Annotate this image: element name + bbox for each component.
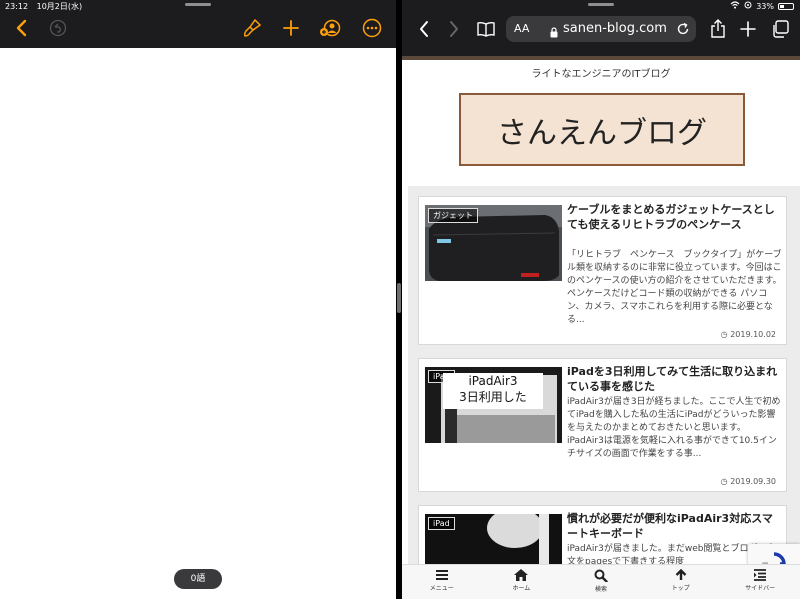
sidebar-icon bbox=[754, 569, 767, 581]
share-icon[interactable] bbox=[706, 17, 730, 41]
split-view-screen: 23:12 10月2日(水) 0語 33% AA sanen-blog.com … bbox=[0, 0, 800, 599]
nav-menu[interactable]: メニュー bbox=[402, 565, 482, 599]
tabs-overview-icon[interactable] bbox=[768, 17, 792, 41]
post-title[interactable]: 慣れが必要だが便利なiPadAir3対応スマートキーボード bbox=[567, 511, 783, 541]
site-logo[interactable]: さんえんブログ bbox=[459, 93, 745, 166]
lock-icon bbox=[550, 23, 558, 42]
safari-toolbar: 33% AA sanen-blog.com bbox=[402, 0, 800, 56]
battery-icon bbox=[778, 2, 794, 10]
new-tab-icon[interactable] bbox=[736, 17, 760, 41]
text-size-button[interactable]: AA bbox=[514, 22, 529, 35]
header-accent-bar bbox=[402, 56, 800, 60]
status-date: 10月2日(水) bbox=[36, 2, 83, 11]
add-icon[interactable] bbox=[280, 17, 302, 39]
post-date: ◷ 2019.10.02 bbox=[720, 330, 776, 339]
home-icon bbox=[514, 569, 529, 581]
menu-icon bbox=[435, 570, 448, 580]
address-bar[interactable]: AA sanen-blog.com bbox=[506, 16, 696, 42]
post-category-badge[interactable]: iPad bbox=[428, 517, 455, 530]
post-category-badge[interactable]: ガジェット bbox=[428, 208, 478, 223]
split-divider-grip[interactable] bbox=[397, 283, 401, 313]
post-date: ◷ 2019.09.30 bbox=[720, 477, 776, 486]
reload-icon[interactable] bbox=[676, 21, 690, 40]
paintbrush-icon[interactable] bbox=[241, 17, 263, 39]
post-excerpt: 「リヒトラブ ペンケース ブックタイプ」がケーブル類を収納するのに非常に役立って… bbox=[567, 250, 782, 325]
clock-icon: ◷ bbox=[720, 330, 728, 339]
search-icon bbox=[594, 569, 608, 582]
forward-icon[interactable] bbox=[442, 17, 466, 41]
thumbnail-caption: iPadAir3 3日利用した bbox=[443, 373, 543, 409]
post-card[interactable]: ガジェット ケーブルをまとめるガジェットケースとしても使えるリヒトラブのペンケー… bbox=[418, 196, 787, 345]
post-thumbnail[interactable]: iPad iPadAir3 3日利用した bbox=[425, 367, 562, 443]
more-options-icon[interactable] bbox=[361, 17, 383, 39]
back-chevron-icon[interactable] bbox=[10, 17, 32, 39]
pages-app-pane: 23:12 10月2日(水) 0語 bbox=[0, 0, 396, 599]
nav-sidebar[interactable]: サイドバー bbox=[720, 565, 800, 599]
multitasking-handle[interactable] bbox=[185, 3, 211, 6]
battery-percent: 33% bbox=[756, 1, 774, 11]
safari-pane: 33% AA sanen-blog.com ライトなエンジニアのITブログ さん… bbox=[402, 0, 800, 599]
multitasking-handle-right[interactable] bbox=[588, 3, 614, 6]
pages-toolbar: 23:12 10月2日(水) bbox=[0, 0, 396, 48]
post-title[interactable]: iPadを3日利用してみて生活に取り込まれている事を感じた bbox=[567, 364, 783, 394]
post-title[interactable]: ケーブルをまとめるガジェットケースとしても使えるリヒトラブのペンケース bbox=[567, 202, 783, 232]
blog-bottom-nav: メニュー ホーム 検索 トップ サイドバー bbox=[402, 564, 800, 599]
post-card[interactable]: iPad iPadAir3 3日利用した iPadを3日利用してみて生活に取り込… bbox=[418, 358, 787, 492]
nav-home[interactable]: ホーム bbox=[482, 565, 562, 599]
nav-search[interactable]: 検索 bbox=[561, 565, 641, 599]
bookmarks-icon[interactable] bbox=[474, 17, 498, 41]
post-thumbnail[interactable]: ガジェット bbox=[425, 205, 562, 281]
back-icon[interactable] bbox=[412, 17, 436, 41]
nav-top[interactable]: トップ bbox=[641, 565, 721, 599]
status-time: 23:12 bbox=[5, 2, 29, 11]
status-bar-left: 23:12 10月2日(水) bbox=[5, 1, 88, 12]
site-tagline: ライトなエンジニアのITブログ bbox=[531, 69, 671, 80]
arrow-up-icon bbox=[675, 569, 686, 580]
url-text: sanen-blog.com bbox=[563, 21, 667, 36]
wifi-icon bbox=[730, 1, 740, 11]
post-excerpt: iPadAir3が届き3日が経ちました。ここで人生で初めてiPadを購入した私の… bbox=[567, 397, 781, 459]
undo-icon[interactable] bbox=[47, 17, 69, 39]
collaborate-icon[interactable] bbox=[319, 17, 341, 39]
location-icon bbox=[744, 1, 752, 11]
status-bar-right: 33% bbox=[730, 1, 794, 11]
clock-icon: ◷ bbox=[720, 477, 728, 486]
word-count-badge[interactable]: 0語 bbox=[174, 569, 222, 589]
